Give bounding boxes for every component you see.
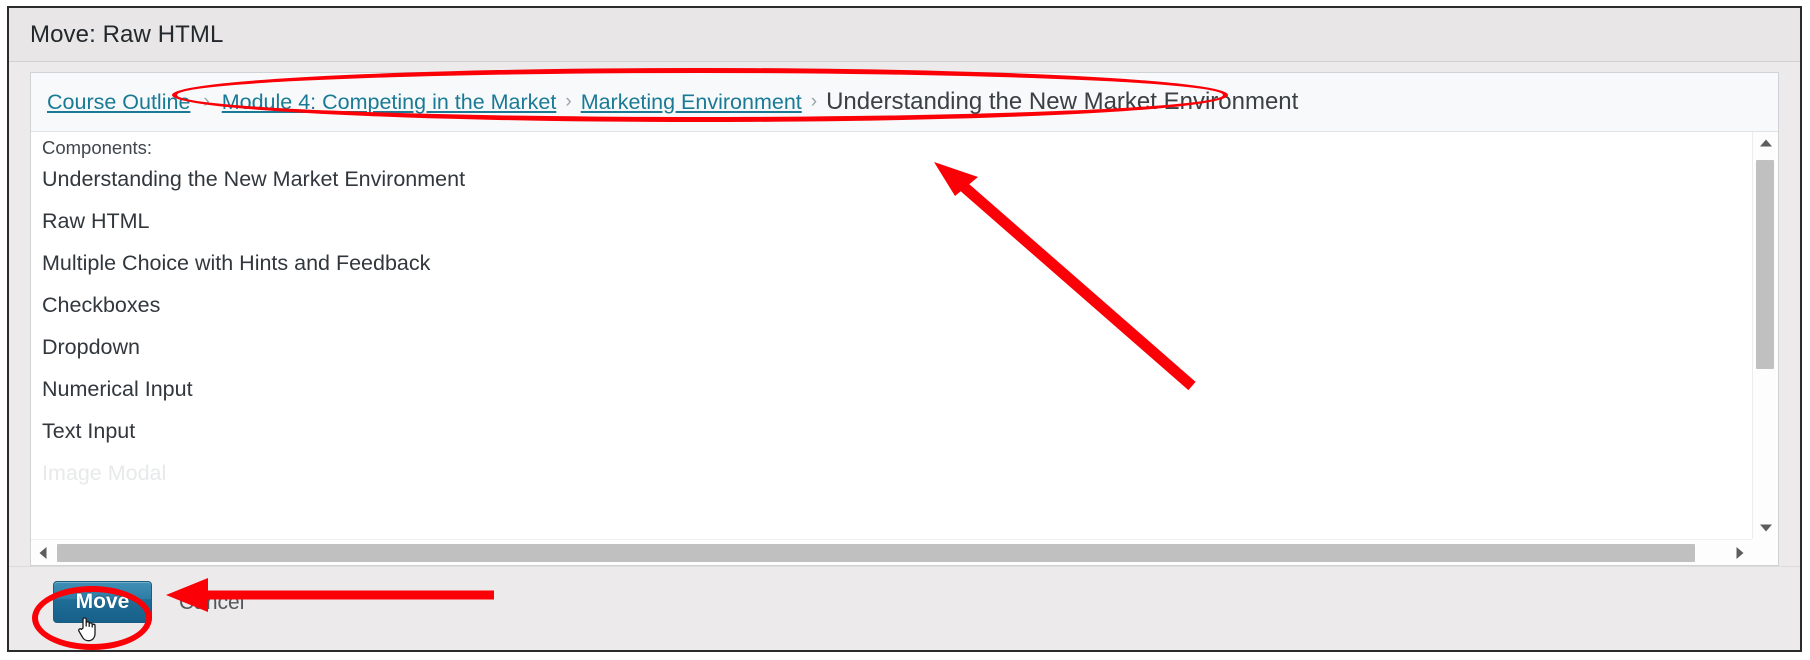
chevron-down-icon [1760,524,1772,532]
list-item-raw-html[interactable]: Raw HTML [42,209,150,234]
horizontal-scrollbar[interactable] [31,539,1752,565]
list-item-checkboxes[interactable]: Checkboxes [42,293,160,318]
move-dialog-window: Move: Raw HTML Course Outline › Module 4… [7,6,1802,652]
list-item-dropdown[interactable]: Dropdown [42,335,140,360]
scrollbar-corner [1752,539,1778,565]
vertical-scrollbar-thumb[interactable] [1756,160,1774,369]
breadcrumb-separator-icon: › [810,91,818,112]
breadcrumb-item-course-outline[interactable]: Course Outline [47,90,190,115]
components-heading: Components: [42,137,153,158]
list-item-numerical-input[interactable]: Numerical Input [42,377,193,402]
chevron-left-icon [39,547,47,559]
list-item-image-modal[interactable]: Image Modal [42,461,166,486]
dialog-title: Move: Raw HTML [30,21,224,48]
list-item-understanding-the-new-market-environment[interactable]: Understanding the New Market Environment [42,167,465,192]
chevron-up-icon [1760,139,1772,147]
scroll-left-button[interactable] [31,540,55,565]
horizontal-scrollbar-thumb[interactable] [57,544,1695,562]
scroll-right-button[interactable] [1728,540,1752,565]
components-list-body: Components: Understanding the New Market… [31,132,1778,565]
dialog-titlebar: Move: Raw HTML [9,8,1800,62]
breadcrumb: Course Outline › Module 4: Competing in … [31,73,1778,132]
breadcrumb-separator-icon: › [203,91,210,112]
dialog-footer: Move Cancel [9,566,1800,650]
breadcrumb-separator-icon: › [565,91,572,112]
cancel-button[interactable]: Cancel [179,591,244,615]
components-list-viewport: Components: Understanding the New Market… [31,132,1752,539]
scroll-down-button[interactable] [1753,517,1778,539]
chevron-right-icon [1736,547,1744,559]
breadcrumb-item-current: Understanding the New Market Environment [826,88,1299,115]
list-item-multiple-choice-with-hints-and-feedback[interactable]: Multiple Choice with Hints and Feedback [42,251,430,276]
move-button[interactable]: Move [53,581,152,623]
vertical-scrollbar[interactable] [1752,132,1778,539]
breadcrumb-item-module-4[interactable]: Module 4: Competing in the Market [222,90,557,115]
move-content-panel: Course Outline › Module 4: Competing in … [30,72,1779,566]
scroll-up-button[interactable] [1753,132,1778,154]
screenshot-root: Move: Raw HTML Course Outline › Module 4… [0,0,1810,660]
list-item-text-input[interactable]: Text Input [42,419,135,444]
breadcrumb-item-marketing-environment[interactable]: Marketing Environment [581,90,802,115]
